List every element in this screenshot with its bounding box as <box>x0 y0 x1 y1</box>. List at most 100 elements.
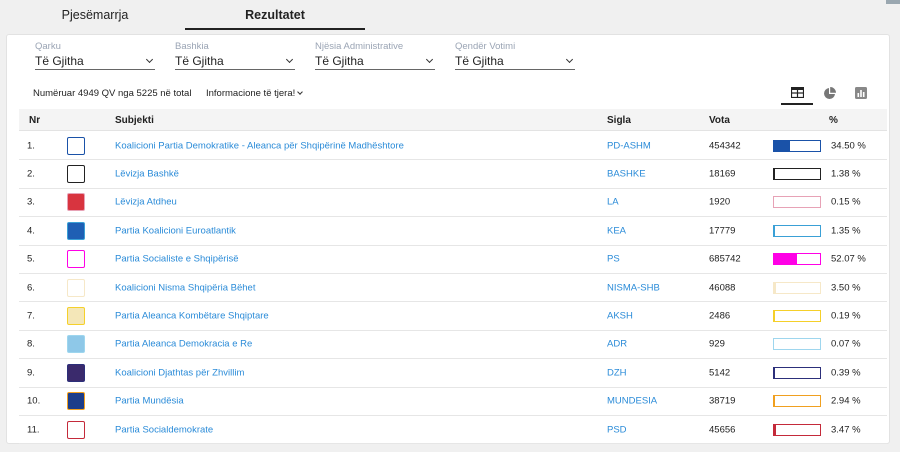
share-bar <box>773 281 821 294</box>
votes-value: 2486 <box>709 310 731 322</box>
share-bar-fill <box>774 396 776 407</box>
votes-value: 17779 <box>709 225 736 237</box>
subject-link[interactable]: Partia Aleanca Demokracia e Re <box>115 339 252 350</box>
header-nr: Nr <box>29 115 41 126</box>
psd-logo-icon <box>67 420 85 439</box>
percent-value: 34.50 % <box>831 140 866 152</box>
subject-link[interactable]: Partia Koalicioni Euroatlantik <box>115 225 236 236</box>
row-number: 11. <box>27 424 40 436</box>
la-logo-icon <box>67 193 85 212</box>
table-row: 10. Partia Mundësia MUNDESIA 38719 2.94 % <box>19 388 887 416</box>
filter-qender: Qendër Votimi Të Gjitha <box>455 41 575 70</box>
mundesia-logo-icon <box>67 392 85 411</box>
filter-qarku-label: Qarku <box>35 41 61 52</box>
percent-value: 52.07 % <box>831 253 866 265</box>
aksh-logo-icon <box>67 307 85 326</box>
subject-link[interactable]: Partia Aleanca Kombëtare Shqiptare <box>115 311 269 322</box>
filter-qarku-select[interactable]: Të Gjitha <box>35 52 155 70</box>
share-bar <box>773 168 821 181</box>
subject-link[interactable]: Koalicioni Nisma Shqipëria Bëhet <box>115 282 255 293</box>
percent-value: 2.94 % <box>831 395 861 407</box>
filter-njesia-label: Njësia Administrative <box>315 41 404 52</box>
percent-value: 0.07 % <box>831 338 861 350</box>
share-bar-fill <box>774 169 775 180</box>
subject-link[interactable]: Lëvizja Bashkë <box>115 169 179 180</box>
ps-logo-icon <box>67 250 85 269</box>
filter-bashkia-select[interactable]: Të Gjitha <box>175 52 295 70</box>
more-info-toggle[interactable]: Informacione të tjera! <box>206 88 304 99</box>
votes-value: 38719 <box>709 395 736 407</box>
filter-bashkia-label: Bashkia <box>175 41 209 52</box>
percent-value: 0.19 % <box>831 310 861 322</box>
row-number: 1. <box>27 140 35 152</box>
sigla-label: PSD <box>607 424 627 436</box>
share-bar-fill <box>774 254 798 265</box>
share-bar <box>773 139 821 152</box>
table-view-button[interactable] <box>781 81 813 105</box>
table-row: 9. Koalicioni Djathtas për Zhvillim DZH 514… <box>19 359 887 388</box>
subject-link[interactable]: Koalicioni Partia Demokratike - Aleanca … <box>115 140 404 151</box>
table-row: 5. Partia Socialiste e Shqipërisë PS 685742… <box>19 246 887 274</box>
filter-qarku: Qarku Të Gjitha <box>35 41 155 70</box>
sigla-label: PD-ASHM <box>607 140 651 152</box>
filter-qender-select[interactable]: Të Gjitha <box>455 52 575 70</box>
filter-bashkia: Bashkia Të Gjitha <box>175 41 295 70</box>
row-number: 5. <box>27 253 35 265</box>
tab-bar: Pjesëmarrja Rezultatet <box>0 0 900 30</box>
sigla-label: PS <box>607 253 620 265</box>
votes-value: 1920 <box>709 196 731 208</box>
pie-view-button[interactable] <box>813 81 845 105</box>
table-row: 7. Partia Aleanca Kombëtare Shqiptare AKSH… <box>19 302 887 331</box>
table-icon <box>790 86 804 98</box>
votes-value: 18169 <box>709 168 736 180</box>
filter-qender-value: Të Gjitha <box>455 53 504 68</box>
counted-summary: Numëruar 4949 QV nga 5225 në total <box>33 88 192 99</box>
view-switcher <box>781 81 877 105</box>
share-bar <box>773 224 821 237</box>
row-number: 10. <box>27 395 41 407</box>
row-number: 7. <box>27 310 35 322</box>
filter-njesia: Njësia Administrative Të Gjitha <box>315 41 435 70</box>
header-subject: Subjekti <box>115 115 154 126</box>
chevron-down-icon <box>146 57 153 64</box>
sigla-label: MUNDESIA <box>607 395 658 407</box>
dzh-logo-icon <box>67 363 85 382</box>
sigla-label: AKSH <box>607 310 633 322</box>
row-number: 3. <box>27 196 35 208</box>
table-header: Nr Subjekti Sigla Vota % <box>19 109 887 131</box>
bashke-logo-icon <box>67 165 85 184</box>
subject-link[interactable]: Partia Socialdemokrate <box>115 424 213 435</box>
share-bar-fill <box>774 282 776 293</box>
subject-link[interactable]: Koalicioni Djathtas për Zhvillim <box>115 367 244 378</box>
table-row: 4. Partia Koalicioni Euroatlantik KEA 17779… <box>19 217 887 246</box>
chevron-down-icon <box>426 57 433 64</box>
votes-value: 45656 <box>709 424 736 436</box>
percent-value: 3.50 % <box>831 282 861 294</box>
tab-results[interactable]: Rezultatet <box>185 8 365 30</box>
percent-value: 0.15 % <box>831 196 861 208</box>
subject-link[interactable]: Partia Socialiste e Shqipërisë <box>115 254 239 265</box>
votes-value: 929 <box>709 338 725 350</box>
bar-chart-icon <box>855 87 867 99</box>
sigla-label: KEA <box>607 225 627 237</box>
share-bar <box>773 196 821 209</box>
share-bar <box>773 310 821 323</box>
sigla-label: BASHKE <box>607 168 646 180</box>
subject-link[interactable]: Partia Mundësia <box>115 396 184 407</box>
filter-njesia-select[interactable]: Të Gjitha <box>315 52 435 70</box>
share-bar <box>773 253 821 266</box>
more-info-label: Informacione të tjera! <box>206 88 296 99</box>
bar-view-button[interactable] <box>845 81 877 105</box>
share-bar <box>773 395 821 408</box>
chevron-down-icon <box>566 57 573 64</box>
subject-link[interactable]: Lëvizja Atdheu <box>115 197 177 208</box>
results-panel: Qarku Të Gjitha Bashkia Të Gjitha Njësia… <box>6 34 890 445</box>
row-number: 2. <box>27 168 35 180</box>
filter-qarku-value: Të Gjitha <box>35 53 84 68</box>
row-number: 4. <box>27 225 35 237</box>
chevron-down-icon <box>297 89 304 95</box>
header-votes: Vota <box>709 115 730 126</box>
pie-chart-icon <box>823 86 836 99</box>
tab-participation[interactable]: Pjesëmarrja <box>40 8 150 30</box>
share-bar <box>773 338 821 351</box>
